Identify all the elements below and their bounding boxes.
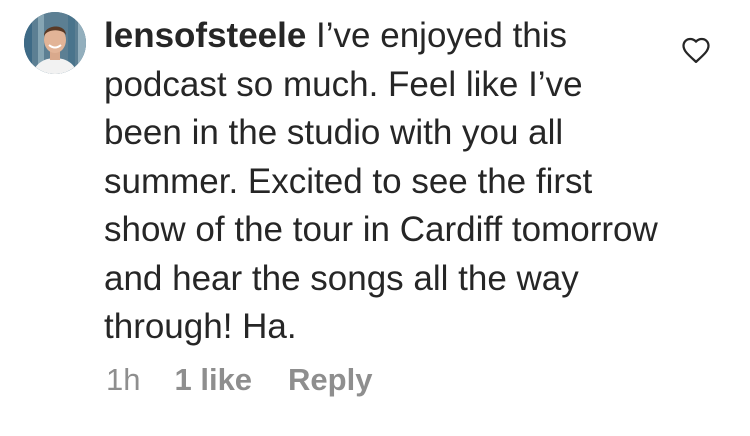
avatar[interactable] [24,12,86,74]
likes-count-link[interactable]: 1 like [174,362,252,398]
heart-icon[interactable] [681,36,711,64]
reply-button[interactable]: Reply [288,362,372,398]
comment-username[interactable]: lensofsteele [104,16,306,55]
comment-meta: 1h 1 like Reply [106,362,372,398]
comment-timestamp: 1h [106,362,141,397]
comment-body: lensofsteele I’ve enjoyed this podcast s… [104,12,664,352]
comment-text: I’ve enjoyed this podcast so much. Feel … [104,16,658,346]
profile-photo [24,12,86,74]
heart-outline-icon [682,37,710,63]
comment-item: lensofsteele I’ve enjoyed this podcast s… [0,0,750,436]
